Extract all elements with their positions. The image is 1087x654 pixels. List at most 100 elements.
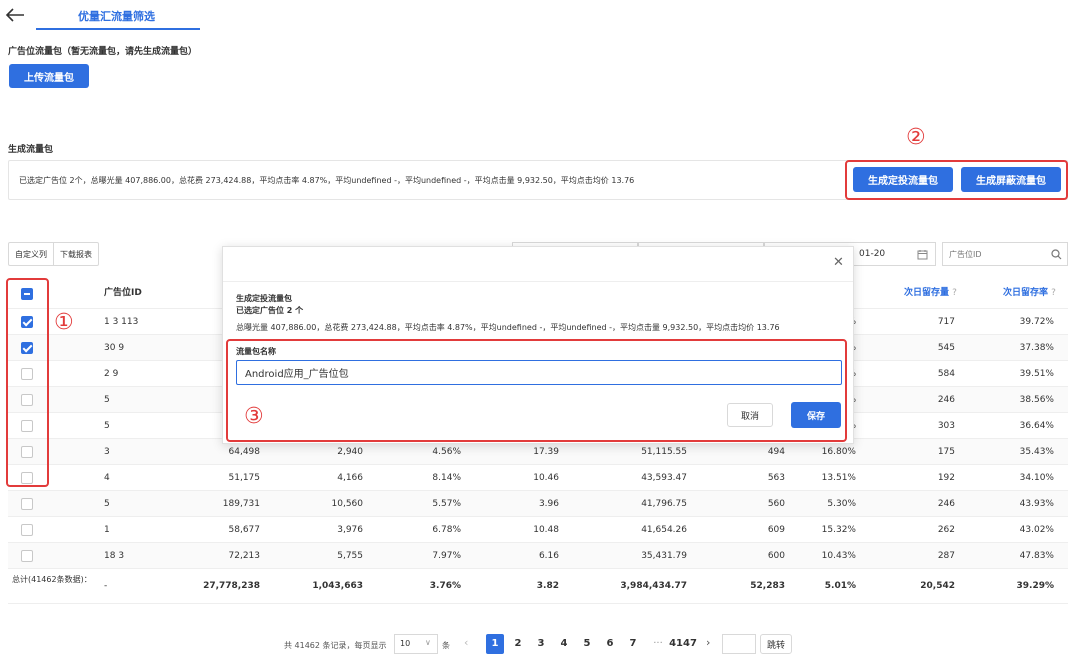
cell-c6: 563 (767, 473, 785, 483)
page-5[interactable]: 5 (578, 636, 596, 652)
cell-c2: 10,560 (331, 499, 364, 509)
cell-c3: 8.14% (432, 473, 461, 483)
total-c9: 39.29% (1016, 581, 1055, 591)
table-row[interactable]: 5 189,731 10,560 5.57% 3.96 41,796.75 560 5.30%… (8, 491, 1068, 517)
col-header-id[interactable]: 广告位ID (104, 277, 142, 309)
total-c7: 5.01% (824, 581, 856, 591)
cell-ad-id: 2 9 (104, 369, 119, 379)
col-header-retention-rate-label: 次日留存率 (1003, 288, 1049, 298)
page-7[interactable]: 7 (624, 636, 642, 652)
cell-c8: 175 (937, 447, 955, 457)
close-icon[interactable]: ✕ (833, 255, 844, 270)
cell-c9: 39.51% (1019, 369, 1054, 379)
total-label: 总计(41462条数据)： (12, 575, 92, 584)
cell-c9: 39.72% (1019, 317, 1054, 327)
cell-ad-id: 5 (104, 499, 110, 509)
cell-c9: 38.56% (1019, 395, 1054, 405)
cell-c5: 35,431.79 (641, 551, 687, 561)
total-c6: 52,283 (750, 581, 785, 591)
cell-ad-id: 4 (104, 473, 110, 483)
cell-c4: 3.96 (538, 499, 559, 509)
custom-columns-button[interactable]: 自定义列 (8, 242, 54, 266)
cell-c1: 72,213 (228, 551, 261, 561)
cell-c9: 36.64% (1019, 421, 1054, 431)
jump-page-input[interactable] (722, 634, 756, 654)
cell-c9: 34.10% (1019, 473, 1054, 483)
cell-c3: 7.97% (432, 551, 461, 561)
annotation-box-dialog-form (226, 339, 847, 442)
tab-underline (36, 28, 200, 30)
prev-page-button[interactable]: ‹ (464, 636, 468, 649)
annotation-3: ③ (244, 404, 264, 429)
cell-c6: 600 (767, 551, 785, 561)
page-6[interactable]: 6 (601, 636, 619, 652)
cell-c4: 10.48 (533, 525, 559, 535)
page-size-select[interactable]: 10 ∨ (394, 634, 438, 654)
total-c3: 3.76% (429, 581, 461, 591)
total-c5: 3,984,434.77 (620, 581, 687, 591)
total-c8: 20,542 (920, 581, 955, 591)
cell-ad-id: 1 3 113 (104, 317, 139, 327)
cell-c3: 6.78% (432, 525, 461, 535)
calendar-icon (917, 250, 928, 260)
page-ellipsis: ··· (653, 638, 663, 649)
table-row[interactable]: 18 3 72,213 5,755 7.97% 6.16 35,431.79 600 10.4… (8, 543, 1068, 569)
cell-c9: 43.02% (1019, 525, 1054, 535)
page-4[interactable]: 4 (555, 636, 573, 652)
cell-c9: 47.83% (1019, 551, 1054, 561)
row-checkbox[interactable] (21, 550, 33, 562)
cell-c7: 13.51% (821, 473, 856, 483)
total-c1: 27,778,238 (203, 581, 260, 591)
annotation-2: ② (906, 125, 926, 150)
cell-ad-id: 5 (104, 395, 110, 405)
dialog-summary: 总曝光量 407,886.00，总花费 273,424.88，平均点击率 4.8… (236, 323, 780, 332)
download-report-button[interactable]: 下载报表 (53, 242, 99, 266)
next-page-button[interactable]: › (706, 636, 710, 649)
row-checkbox[interactable] (21, 524, 33, 536)
cell-ad-id: 18 3 (104, 551, 125, 561)
row-checkbox[interactable] (21, 498, 33, 510)
cell-c7: 15.32% (821, 525, 856, 535)
help-icon: ? (952, 288, 957, 298)
search-icon (1051, 249, 1062, 260)
cell-c8: 246 (937, 395, 955, 405)
table-row[interactable]: 4 51,175 4,166 8.14% 10.46 43,593.47 563 13.51%… (8, 465, 1068, 491)
cell-c2: 5,755 (337, 551, 363, 561)
page-2[interactable]: 2 (509, 636, 527, 652)
total-id: - (104, 581, 108, 591)
back-button[interactable] (4, 6, 26, 24)
annotation-1: ① (54, 310, 74, 335)
arrow-left-icon (5, 8, 24, 22)
cell-c4: 6.16 (538, 551, 559, 561)
page-last[interactable]: 4147 (668, 636, 698, 652)
cell-c8: 192 (937, 473, 955, 483)
cell-c2: 3,976 (337, 525, 363, 535)
col-header-retention-rate[interactable]: 次日留存率 ? (1003, 277, 1056, 309)
chevron-down-icon: ∨ (425, 638, 431, 647)
cell-c7: 10.43% (821, 551, 856, 561)
total-row: 总计(41462条数据)： - 27,778,238 1,043,663 3.76% 3… (8, 568, 1068, 604)
search-box[interactable] (942, 242, 1068, 266)
jump-button[interactable]: 跳转 (760, 634, 792, 654)
cell-c4: 10.46 (533, 473, 559, 483)
dialog-title: 生成定投流量包 (236, 294, 292, 303)
col-header-retention[interactable]: 次日留存量 ? (904, 277, 957, 309)
annotation-box-generate-buttons (845, 160, 1068, 200)
cell-c1: 51,175 (228, 473, 261, 483)
page-3[interactable]: 3 (532, 636, 550, 652)
upload-traffic-button[interactable]: 上传流量包 (9, 64, 89, 88)
cell-c9: 37.38% (1019, 343, 1054, 353)
date-value: 01-20 (859, 249, 886, 259)
dialog-selected-count: 已选定广告位 2 个 (236, 306, 304, 315)
tab-traffic-filter[interactable]: 优量汇流量筛选 (78, 8, 155, 24)
search-input[interactable] (949, 247, 1045, 262)
cell-c5: 43,593.47 (641, 473, 687, 483)
page-1[interactable]: 1 (486, 634, 504, 654)
upload-section-title: 广告位流量包（暂无流量包，请先生成流量包） (8, 47, 198, 57)
generate-section-title: 生成流量包 (8, 145, 54, 155)
dialog-header-divider (223, 281, 853, 282)
table-row[interactable]: 1 58,677 3,976 6.78% 10.48 41,654.26 609 15.32%… (8, 517, 1068, 543)
cell-c1: 189,731 (222, 499, 260, 509)
cell-ad-id: 30 9 (104, 343, 125, 353)
cell-c8: 287 (937, 551, 955, 561)
